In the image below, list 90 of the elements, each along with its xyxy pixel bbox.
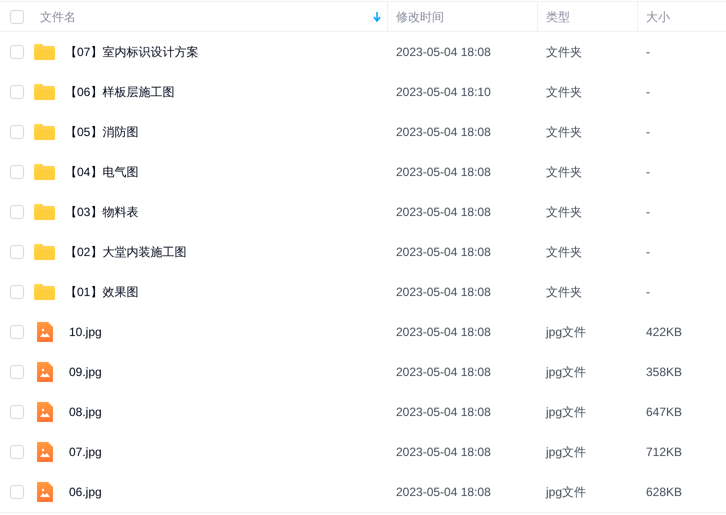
column-title: 类型	[546, 8, 570, 26]
checkbox[interactable]	[10, 165, 24, 179]
file-name[interactable]: 【05】消防图	[65, 123, 138, 141]
folder-icon	[34, 164, 55, 180]
checkbox[interactable]	[10, 85, 24, 99]
file-name[interactable]: 【02】大堂内装施工图	[65, 243, 186, 261]
modified-time: 2023-05-04 18:08	[396, 285, 491, 299]
modified-time: 2023-05-04 18:08	[396, 325, 491, 339]
file-name[interactable]: 09.jpg	[69, 363, 102, 381]
file-row[interactable]: 10.jpg 2023-05-04 18:08 jpg文件 422KB	[0, 312, 726, 352]
file-size: -	[646, 85, 650, 99]
checkbox[interactable]	[10, 125, 24, 139]
file-row[interactable]: 【03】物料表 2023-05-04 18:08 文件夹 -	[0, 192, 726, 232]
modified-time: 2023-05-04 18:08	[396, 405, 491, 419]
checkbox[interactable]	[10, 245, 24, 259]
column-title: 大小	[646, 8, 670, 26]
file-type: 文件夹	[546, 285, 582, 299]
file-name[interactable]: 07.jpg	[69, 443, 102, 461]
modified-time: 2023-05-04 18:08	[396, 445, 491, 459]
file-name[interactable]: 10.jpg	[69, 323, 102, 341]
file-name[interactable]: 【01】效果图	[65, 283, 138, 301]
checkbox[interactable]	[10, 45, 24, 59]
file-type: 文件夹	[546, 245, 582, 259]
folder-icon	[34, 244, 55, 260]
file-row[interactable]: 【01】效果图 2023-05-04 18:08 文件夹 -	[0, 272, 726, 312]
file-row[interactable]: 07.jpg 2023-05-04 18:08 jpg文件 712KB	[0, 432, 726, 472]
file-type: 文件夹	[546, 205, 582, 219]
file-type: jpg文件	[546, 485, 586, 499]
image-file-icon	[36, 402, 52, 422]
modified-time: 2023-05-04 18:08	[396, 165, 491, 179]
folder-icon	[34, 124, 55, 140]
file-size: -	[646, 245, 650, 259]
column-title: 文件名	[40, 8, 76, 26]
file-name[interactable]: 08.jpg	[69, 403, 102, 421]
file-row[interactable]: 【07】室内标识设计方案 2023-05-04 18:08 文件夹 -	[0, 32, 726, 72]
file-name[interactable]: 06.jpg	[69, 483, 102, 501]
file-size: -	[646, 285, 650, 299]
modified-time: 2023-05-04 18:10	[396, 85, 491, 99]
file-type: jpg文件	[546, 365, 586, 379]
checkbox[interactable]	[10, 405, 24, 419]
checkbox[interactable]	[10, 10, 24, 24]
column-title: 修改时间	[396, 8, 444, 26]
file-row[interactable]: 【04】电气图 2023-05-04 18:08 文件夹 -	[0, 152, 726, 192]
sort-arrow-icon[interactable]	[373, 12, 381, 22]
file-type: 文件夹	[546, 125, 582, 139]
file-size: -	[646, 165, 650, 179]
checkbox[interactable]	[10, 445, 24, 459]
image-file-icon	[36, 482, 52, 502]
checkbox[interactable]	[10, 205, 24, 219]
file-type: 文件夹	[546, 45, 582, 59]
file-type: jpg文件	[546, 445, 586, 459]
file-type: 文件夹	[546, 85, 582, 99]
file-size: 647KB	[646, 405, 682, 419]
image-file-icon	[36, 362, 52, 382]
image-file-icon	[36, 442, 52, 462]
file-name[interactable]: 【07】室内标识设计方案	[65, 43, 198, 61]
file-name[interactable]: 【06】样板层施工图	[65, 83, 174, 101]
file-row[interactable]: 09.jpg 2023-05-04 18:08 jpg文件 358KB	[0, 352, 726, 392]
file-row[interactable]: 【05】消防图 2023-05-04 18:08 文件夹 -	[0, 112, 726, 152]
file-size: 712KB	[646, 445, 682, 459]
folder-icon	[34, 84, 55, 100]
file-row[interactable]: 【02】大堂内装施工图 2023-05-04 18:08 文件夹 -	[0, 232, 726, 272]
checkbox[interactable]	[10, 285, 24, 299]
checkbox[interactable]	[10, 325, 24, 339]
modified-time: 2023-05-04 18:08	[396, 45, 491, 59]
modified-time: 2023-05-04 18:08	[396, 125, 491, 139]
file-size: -	[646, 205, 650, 219]
file-type: 文件夹	[546, 165, 582, 179]
folder-icon	[34, 204, 55, 220]
file-size: -	[646, 125, 650, 139]
file-type: jpg文件	[546, 405, 586, 419]
file-name[interactable]: 【03】物料表	[65, 203, 138, 221]
modified-time: 2023-05-04 18:08	[396, 485, 491, 499]
modified-time: 2023-05-04 18:08	[396, 365, 491, 379]
modified-time: 2023-05-04 18:08	[396, 245, 491, 259]
file-row[interactable]: 06.jpg 2023-05-04 18:08 jpg文件 628KB	[0, 472, 726, 512]
checkbox[interactable]	[10, 485, 24, 499]
folder-icon	[34, 284, 55, 300]
checkbox[interactable]	[10, 365, 24, 379]
file-type: jpg文件	[546, 325, 586, 339]
modified-time: 2023-05-04 18:08	[396, 205, 491, 219]
file-size: 358KB	[646, 365, 682, 379]
folder-icon	[34, 44, 55, 60]
file-size: 628KB	[646, 485, 682, 499]
image-file-icon	[36, 322, 52, 342]
file-row[interactable]: 08.jpg 2023-05-04 18:08 jpg文件 647KB	[0, 392, 726, 432]
file-row[interactable]: 【06】样板层施工图 2023-05-04 18:10 文件夹 -	[0, 72, 726, 112]
file-size: 422KB	[646, 325, 682, 339]
file-name[interactable]: 【04】电气图	[65, 163, 138, 181]
file-size: -	[646, 45, 650, 59]
